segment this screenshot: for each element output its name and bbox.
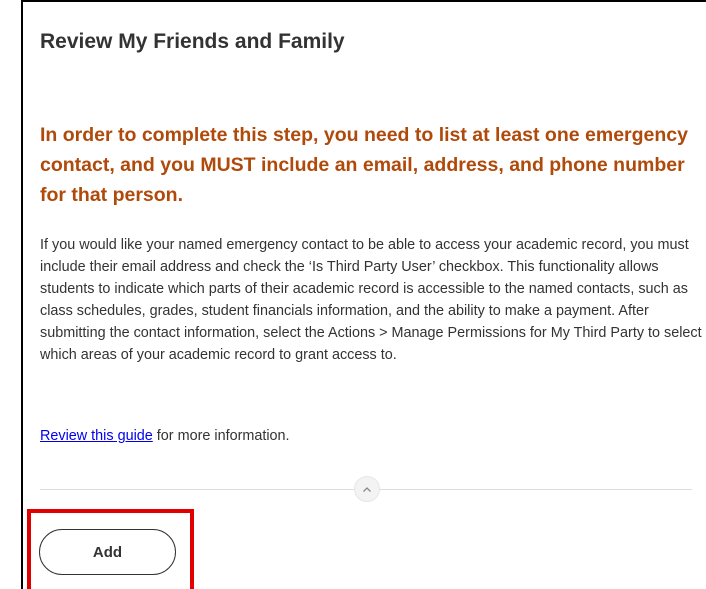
instructions-text: If you would like your named emergency c… xyxy=(40,237,702,363)
requirement-notice: In order to complete this step, you need… xyxy=(40,124,688,206)
add-button[interactable]: Add xyxy=(39,529,176,575)
page-title: Review My Friends and Family xyxy=(40,30,345,53)
chevron-up-icon xyxy=(363,486,371,492)
collapse-button[interactable] xyxy=(354,476,380,502)
review-panel: Review My Friends and Family In order to… xyxy=(21,0,706,589)
guide-suffix: for more information. xyxy=(152,428,290,444)
review-guide-link[interactable]: Review this guide xyxy=(40,428,153,444)
guide-line: Review this guide for more information. xyxy=(40,426,290,446)
